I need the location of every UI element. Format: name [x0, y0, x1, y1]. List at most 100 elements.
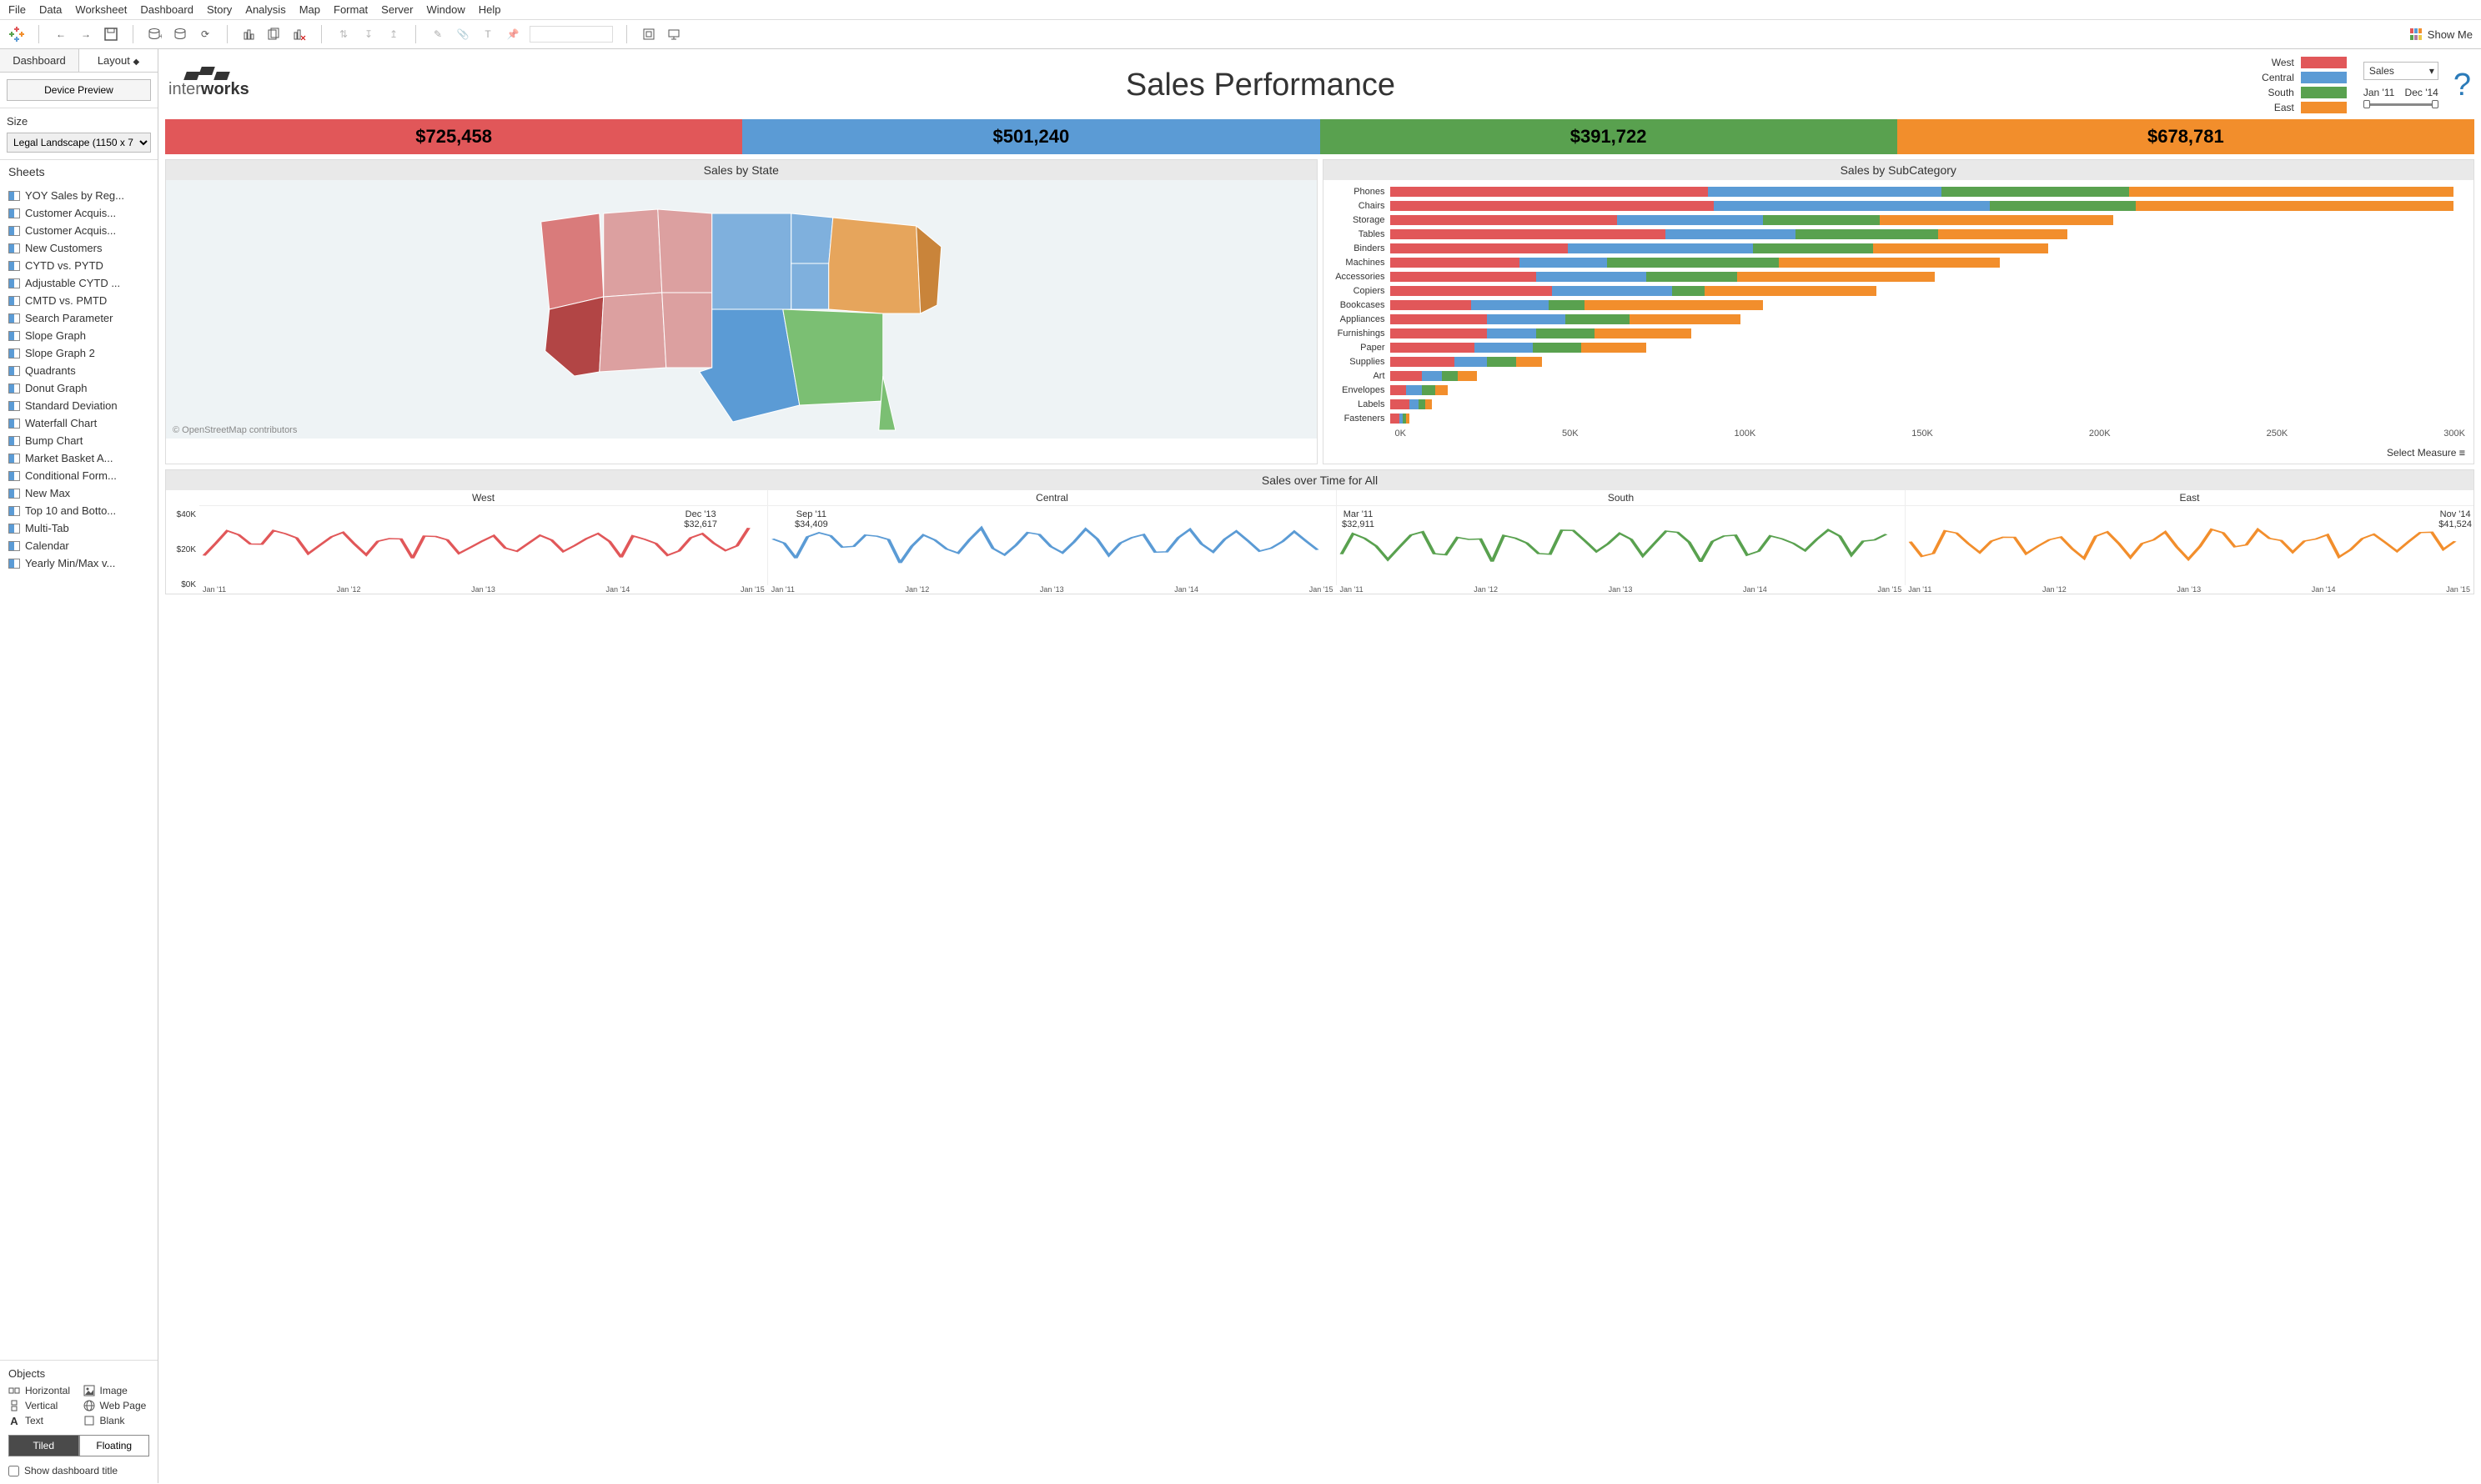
new-datasource-icon[interactable]: +	[147, 26, 163, 43]
object-image[interactable]: Image	[83, 1385, 150, 1396]
menu-story[interactable]: Story	[207, 3, 232, 16]
device-preview-button[interactable]: Device Preview	[7, 79, 151, 101]
redo-icon[interactable]: →	[78, 26, 94, 43]
sheet-item[interactable]: New Max	[0, 484, 158, 502]
search-input[interactable]	[530, 26, 613, 43]
menu-window[interactable]: Window	[426, 3, 465, 16]
object-blank[interactable]: Blank	[83, 1415, 150, 1426]
sheet-item[interactable]: Market Basket A...	[0, 449, 158, 467]
menu-file[interactable]: File	[8, 3, 26, 16]
sheet-item[interactable]: Customer Acquis...	[0, 204, 158, 222]
bar-row[interactable]: Accessories	[1332, 270, 2466, 283]
filter-select[interactable]: Sales ▾	[2363, 62, 2438, 80]
object-vertical[interactable]: Vertical	[8, 1400, 75, 1411]
object-webpage[interactable]: Web Page	[83, 1400, 150, 1411]
kpi-value[interactable]: $678,781	[1897, 119, 2474, 154]
date-range-slider[interactable]: Jan '11 Dec '14	[2363, 87, 2438, 108]
bar-row[interactable]: Envelopes	[1332, 384, 2466, 397]
sheet-item[interactable]: Conditional Form...	[0, 467, 158, 484]
new-worksheet-icon[interactable]	[241, 26, 258, 43]
legend-row[interactable]: Central	[2252, 72, 2347, 83]
select-measure-button[interactable]: Select Measure ≡	[2387, 447, 2465, 459]
sheet-item[interactable]: Waterfall Chart	[0, 414, 158, 432]
attach-icon[interactable]: 📎	[455, 26, 471, 43]
time-panel[interactable]: CentralSep '11$34,409	[767, 490, 1336, 585]
bar-row[interactable]: Tables	[1332, 228, 2466, 241]
sheet-item[interactable]: Top 10 and Botto...	[0, 502, 158, 519]
bar-row[interactable]: Paper	[1332, 341, 2466, 354]
sheet-item[interactable]: Search Parameter	[0, 309, 158, 327]
menu-server[interactable]: Server	[381, 3, 413, 16]
tiled-button[interactable]: Tiled	[8, 1435, 79, 1456]
text-icon[interactable]: T	[480, 26, 496, 43]
bar-row[interactable]: Furnishings	[1332, 327, 2466, 340]
sheet-item[interactable]: Slope Graph	[0, 327, 158, 344]
kpi-value[interactable]: $391,722	[1320, 119, 1897, 154]
bar-row[interactable]: Copiers	[1332, 284, 2466, 298]
menu-worksheet[interactable]: Worksheet	[75, 3, 127, 16]
show-title-checkbox[interactable]	[8, 1466, 19, 1476]
highlight-icon[interactable]: ✎	[429, 26, 446, 43]
legend-row[interactable]: South	[2252, 87, 2347, 98]
object-text[interactable]: AText	[8, 1415, 75, 1426]
sheet-item[interactable]: Multi-Tab	[0, 519, 158, 537]
sheet-item[interactable]: CYTD vs. PYTD	[0, 257, 158, 274]
tableau-logo-icon[interactable]	[8, 26, 25, 43]
presentation-icon[interactable]	[665, 26, 682, 43]
tab-dashboard[interactable]: Dashboard	[0, 49, 79, 72]
sheet-item[interactable]: Donut Graph	[0, 379, 158, 397]
kpi-value[interactable]: $725,458	[165, 119, 742, 154]
bar-row[interactable]: Phones	[1332, 185, 2466, 198]
floating-button[interactable]: Floating	[79, 1435, 150, 1456]
pause-data-icon[interactable]	[172, 26, 188, 43]
legend-row[interactable]: West	[2252, 57, 2347, 68]
menu-format[interactable]: Format	[334, 3, 368, 16]
fit-icon[interactable]	[640, 26, 657, 43]
menu-help[interactable]: Help	[479, 3, 501, 16]
pin-icon[interactable]: 📌	[505, 26, 521, 43]
time-panel[interactable]: SouthMar '11$32,911	[1336, 490, 1905, 585]
bar-row[interactable]: Supplies	[1332, 355, 2466, 368]
sheet-item[interactable]: YOY Sales by Reg...	[0, 187, 158, 204]
sheet-item[interactable]: Bump Chart	[0, 432, 158, 449]
time-panel[interactable]: WestDec '13$32,617	[199, 490, 767, 585]
sheet-item[interactable]: Yearly Min/Max v...	[0, 554, 158, 572]
sheet-item[interactable]: Slope Graph 2	[0, 344, 158, 362]
duplicate-icon[interactable]	[266, 26, 283, 43]
sheet-item[interactable]: Quadrants	[0, 362, 158, 379]
time-panel[interactable]: EastNov '14$41,524	[1905, 490, 2473, 585]
sheet-item[interactable]: New Customers	[0, 239, 158, 257]
save-icon[interactable]	[103, 26, 119, 43]
show-me-button[interactable]: Show Me	[2409, 28, 2473, 41]
bar-row[interactable]: Fasteners	[1332, 412, 2466, 425]
sheet-item[interactable]: Standard Deviation	[0, 397, 158, 414]
menu-map[interactable]: Map	[299, 3, 320, 16]
sales-by-subcategory-chart[interactable]: Sales by SubCategory PhonesChairsStorage…	[1323, 159, 2475, 464]
legend-row[interactable]: East	[2252, 102, 2347, 113]
bar-row[interactable]: Machines	[1332, 256, 2466, 269]
sheet-item[interactable]: CMTD vs. PMTD	[0, 292, 158, 309]
menu-data[interactable]: Data	[39, 3, 62, 16]
help-icon[interactable]: ?	[2453, 68, 2471, 103]
sales-over-time-chart[interactable]: Sales over Time for All $40K$20K$0K West…	[165, 469, 2474, 594]
kpi-value[interactable]: $501,240	[742, 119, 1319, 154]
object-horizontal[interactable]: Horizontal	[8, 1385, 75, 1396]
bar-row[interactable]: Bookcases	[1332, 298, 2466, 312]
bar-row[interactable]: Chairs	[1332, 199, 2466, 213]
bar-row[interactable]: Appliances	[1332, 313, 2466, 326]
size-select[interactable]: Legal Landscape (1150 x 7...	[7, 133, 151, 153]
sheet-item[interactable]: Calendar	[0, 537, 158, 554]
bar-row[interactable]: Art	[1332, 369, 2466, 383]
refresh-icon[interactable]: ⟳	[197, 26, 213, 43]
bar-row[interactable]: Storage	[1332, 213, 2466, 227]
undo-icon[interactable]: ←	[53, 26, 69, 43]
sales-by-state-chart[interactable]: Sales by State	[165, 159, 1318, 464]
tab-layout[interactable]: Layout ◆	[79, 49, 158, 72]
sheet-item[interactable]: Customer Acquis...	[0, 222, 158, 239]
clear-icon[interactable]	[291, 26, 308, 43]
bar-row[interactable]: Binders	[1332, 242, 2466, 255]
menu-analysis[interactable]: Analysis	[245, 3, 285, 16]
menu-dashboard[interactable]: Dashboard	[140, 3, 193, 16]
sheet-item[interactable]: Adjustable CYTD ...	[0, 274, 158, 292]
bar-row[interactable]: Labels	[1332, 398, 2466, 411]
